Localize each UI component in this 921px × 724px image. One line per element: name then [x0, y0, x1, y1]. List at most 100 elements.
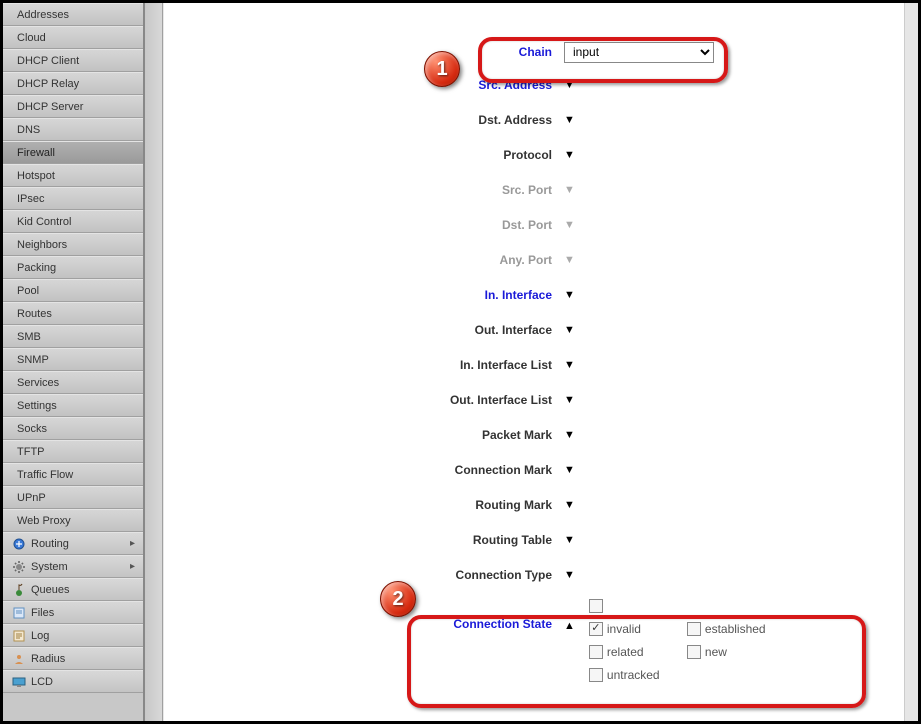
sidebar-group-radius[interactable]: Radius	[3, 647, 143, 670]
expand-routing-mark-icon[interactable]	[564, 499, 575, 511]
sidebar-item-dhcp-client[interactable]: DHCP Client	[3, 49, 143, 72]
row-dst-address: Dst. Address	[164, 102, 918, 137]
radius-icon	[11, 651, 26, 666]
sidebar: AddressesCloudDHCP ClientDHCP RelayDHCP …	[3, 3, 145, 721]
collapse-connection-state-icon[interactable]	[564, 620, 575, 632]
checkbox-label: established	[705, 622, 766, 636]
sidebar-group-routing[interactable]: Routing▸	[3, 532, 143, 555]
checkbox-label: untracked	[607, 668, 660, 682]
expand-connection-type-icon[interactable]	[564, 569, 575, 581]
expand-protocol-icon[interactable]	[564, 149, 575, 161]
sidebar-item-dhcp-server[interactable]: DHCP Server	[3, 95, 143, 118]
checkbox-not[interactable]	[589, 599, 603, 613]
row-routing-mark: Routing Mark	[164, 487, 918, 522]
sidebar-item-settings[interactable]: Settings	[3, 394, 143, 417]
routing-icon	[11, 536, 26, 551]
sidebar-group-files[interactable]: Files	[3, 601, 143, 624]
sidebar-item-kid-control[interactable]: Kid Control	[3, 210, 143, 233]
sidebar-item-neighbors[interactable]: Neighbors	[3, 233, 143, 256]
annotation-badge-2: 2	[380, 581, 416, 617]
sidebar-item-cloud[interactable]: Cloud	[3, 26, 143, 49]
row-connection-mark: Connection Mark	[164, 452, 918, 487]
sidebar-item-tftp[interactable]: TFTP	[3, 440, 143, 463]
row-out-interface-list: Out. Interface List	[164, 382, 918, 417]
expand-src-port-icon	[564, 184, 575, 196]
row-dst-port: Dst. Port	[164, 207, 918, 242]
sidebar-group-log[interactable]: Log	[3, 624, 143, 647]
scrollbar-vertical[interactable]	[904, 3, 918, 721]
check-item-invalid: invalid	[589, 622, 687, 636]
annotation-badge-1: 1	[424, 51, 460, 87]
sidebar-item-smb[interactable]: SMB	[3, 325, 143, 348]
check-item-new: new	[687, 645, 785, 659]
expand-in-interface-list-icon[interactable]	[564, 359, 575, 371]
sidebar-item-dhcp-relay[interactable]: DHCP Relay	[3, 72, 143, 95]
expand-routing-table-icon[interactable]	[564, 534, 575, 546]
sidebar-item-upnp[interactable]: UPnP	[3, 486, 143, 509]
label-src-address: Src. Address	[164, 78, 564, 92]
sidebar-item-socks[interactable]: Socks	[3, 417, 143, 440]
row-in-interface: In. Interface	[164, 277, 918, 312]
checkbox-invalid[interactable]	[589, 622, 603, 636]
sidebar-item-traffic-flow[interactable]: Traffic Flow	[3, 463, 143, 486]
sidebar-item-pool[interactable]: Pool	[3, 279, 143, 302]
label-routing-mark: Routing Mark	[164, 498, 564, 512]
sidebar-item-web-proxy[interactable]: Web Proxy	[3, 509, 143, 532]
expand-dst-port-icon	[564, 219, 575, 231]
sidebar-item-hotspot[interactable]: Hotspot	[3, 164, 143, 187]
main-content: Chain input Src. Address Dst. Address Prot…	[163, 3, 918, 721]
queues-icon	[11, 582, 26, 597]
label-out-interface-list: Out. Interface List	[164, 393, 564, 407]
sidebar-group-lcd[interactable]: LCD	[3, 670, 143, 693]
sidebar-group-label: Files	[31, 607, 54, 619]
label-protocol: Protocol	[164, 148, 564, 162]
sidebar-item-packing[interactable]: Packing	[3, 256, 143, 279]
label-routing-table: Routing Table	[164, 533, 564, 547]
sidebar-group-label: Radius	[31, 653, 65, 665]
sidebar-group-label: Log	[31, 630, 49, 642]
expand-out-interface-list-icon[interactable]	[564, 394, 575, 406]
expand-out-interface-icon[interactable]	[564, 324, 575, 336]
sidebar-item-services[interactable]: Services	[3, 371, 143, 394]
label-chain: Chain	[164, 45, 564, 59]
sidebar-item-firewall[interactable]: Firewall	[3, 141, 143, 164]
row-protocol: Protocol	[164, 137, 918, 172]
label-dst-address: Dst. Address	[164, 113, 564, 127]
checkbox-untracked[interactable]	[589, 668, 603, 682]
label-any-port: Any. Port	[164, 253, 564, 267]
files-icon	[11, 605, 26, 620]
sidebar-item-dns[interactable]: DNS	[3, 118, 143, 141]
row-out-interface: Out. Interface	[164, 312, 918, 347]
label-out-interface: Out. Interface	[164, 323, 564, 337]
expand-dst-address-icon[interactable]	[564, 114, 575, 126]
label-packet-mark: Packet Mark	[164, 428, 564, 442]
checkbox-related[interactable]	[589, 645, 603, 659]
sidebar-group-label: System	[31, 561, 68, 573]
chain-select[interactable]: input	[564, 42, 714, 63]
label-connection-state: Connection State	[164, 595, 564, 631]
checkbox-established[interactable]	[687, 622, 701, 636]
sidebar-item-routes[interactable]: Routes	[3, 302, 143, 325]
sidebar-group-system[interactable]: System▸	[3, 555, 143, 578]
sidebar-group-queues[interactable]: Queues	[3, 578, 143, 601]
expand-src-address-icon[interactable]	[564, 79, 575, 91]
label-connection-type: Connection Type	[164, 568, 564, 582]
expand-in-interface-icon[interactable]	[564, 289, 575, 301]
expand-any-port-icon	[564, 254, 575, 266]
sidebar-gutter	[145, 3, 163, 721]
sidebar-group-label: Queues	[31, 584, 70, 596]
check-item-untracked: untracked	[589, 668, 687, 682]
row-src-address: Src. Address	[164, 67, 918, 102]
checkbox-new[interactable]	[687, 645, 701, 659]
sidebar-group-label: LCD	[31, 676, 53, 688]
sidebar-item-ipsec[interactable]: IPsec	[3, 187, 143, 210]
expand-packet-mark-icon[interactable]	[564, 429, 575, 441]
expand-connection-mark-icon[interactable]	[564, 464, 575, 476]
label-src-port: Src. Port	[164, 183, 564, 197]
checkbox-label: invalid	[607, 622, 641, 636]
checkbox-label: new	[705, 645, 727, 659]
sidebar-item-snmp[interactable]: SNMP	[3, 348, 143, 371]
sidebar-item-addresses[interactable]: Addresses	[3, 3, 143, 26]
row-connection-state: Connection State invalidestablishedrelat…	[164, 595, 918, 686]
check-item-established: established	[687, 622, 785, 636]
